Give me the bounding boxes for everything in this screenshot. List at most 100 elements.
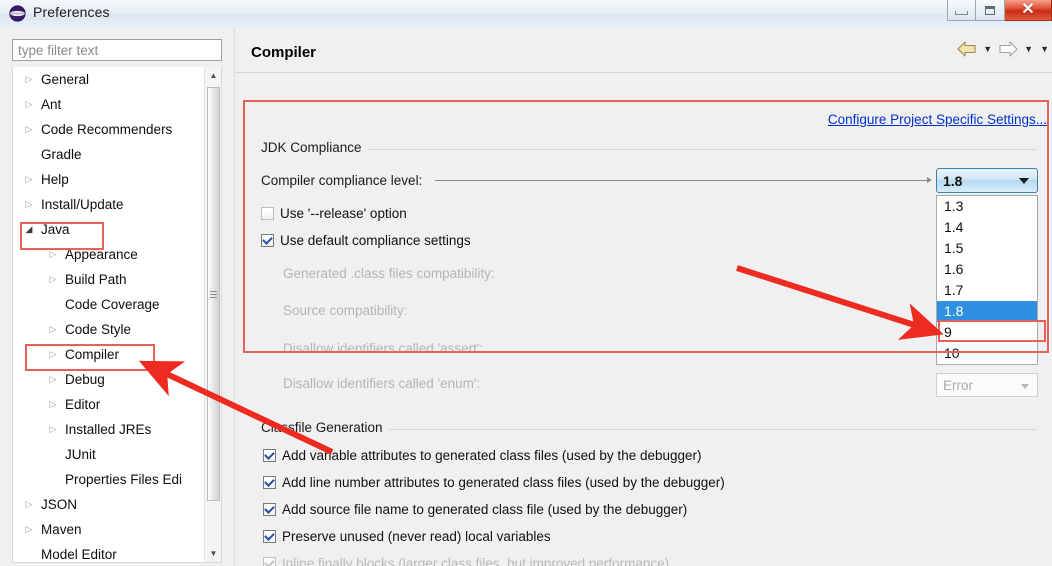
compliance-level-dropdown[interactable]: 1.3 1.4 1.5 1.6 1.7 1.8 9 10 [936, 195, 1038, 365]
chevron-right-icon[interactable]: ▷ [45, 267, 61, 292]
chevron-down-icon [1021, 384, 1029, 389]
sidebar-item-label: Code Recommenders [41, 122, 173, 137]
chevron-right-icon[interactable]: ▷ [45, 317, 61, 342]
chevron-right-icon[interactable]: ▷ [45, 367, 61, 392]
forward-arrow-icon[interactable] [997, 40, 1019, 58]
sidebar-item-editor[interactable]: ▷ Editor [13, 392, 205, 417]
add-line-number-attributes-checkbox[interactable] [263, 476, 276, 489]
back-arrow-icon[interactable] [956, 40, 978, 58]
preferences-dialog: Preferences ✕ type filter text ▷ General ▷… [0, 0, 1052, 566]
compliance-option-1-8[interactable]: 1.8 [937, 301, 1037, 322]
chevron-right-icon[interactable]: ▷ [45, 242, 61, 267]
chevron-right-icon[interactable]: ▷ [45, 392, 61, 417]
chevron-right-icon[interactable]: ▷ [21, 167, 37, 192]
sidebar-item-label: Help [41, 172, 69, 187]
forward-menu-chevron-down-icon[interactable]: ▼ [1022, 44, 1035, 54]
sidebar-item-junit[interactable]: JUnit [13, 442, 205, 467]
sidebar-item-label: JUnit [65, 447, 96, 462]
compliance-option-1-5[interactable]: 1.5 [937, 238, 1037, 259]
preserve-unused-locals-row[interactable]: Preserve unused (never read) local varia… [263, 529, 551, 544]
compliance-option-1-3[interactable]: 1.3 [937, 196, 1037, 217]
chevron-down-icon[interactable] [1019, 178, 1029, 184]
inline-finally-blocks-row: Inline finally blocks (larger class file… [263, 556, 669, 566]
minimize-button[interactable] [947, 0, 976, 21]
close-button[interactable]: ✕ [1005, 0, 1052, 21]
sidebar-item-label: Gradle [41, 147, 82, 162]
preferences-icon [9, 5, 26, 22]
add-source-file-name-checkbox[interactable] [263, 503, 276, 516]
add-source-file-name-label: Add source file name to generated class … [282, 502, 688, 517]
sidebar-item-maven[interactable]: ▷ Maven [13, 517, 205, 542]
header-divider [235, 72, 1052, 73]
chevron-right-icon[interactable]: ▷ [21, 117, 37, 142]
filter-input[interactable]: type filter text [12, 39, 222, 61]
sidebar-item-java[interactable]: ◢ Java [13, 217, 205, 242]
window-controls: ✕ [947, 0, 1052, 22]
sidebar-item-label: Installed JREs [65, 422, 152, 437]
chevron-right-icon[interactable]: ▷ [21, 92, 37, 117]
disallow-assert-label: Disallow identifiers called 'assert': [283, 341, 484, 356]
add-variable-attributes-checkbox[interactable] [263, 449, 276, 462]
chevron-right-icon[interactable]: ▷ [45, 342, 61, 367]
use-release-option-row[interactable]: Use '--release' option [261, 206, 407, 221]
add-source-file-name-row[interactable]: Add source file name to generated class … [263, 502, 687, 517]
sidebar-item-help[interactable]: ▷ Help [13, 167, 205, 192]
window-title: Preferences [33, 4, 110, 20]
use-release-option-checkbox[interactable] [261, 207, 274, 220]
sidebar-item-label: Java [41, 222, 70, 237]
compliance-leader-arrowhead-icon [927, 177, 932, 183]
sidebar-item-label: JSON [41, 497, 78, 512]
compliance-level-combo[interactable]: 1.8 [936, 168, 1038, 193]
configure-project-specific-settings-link[interactable]: Configure Project Specific Settings... [828, 112, 1047, 127]
sidebar-item-json[interactable]: ▷ JSON [13, 492, 205, 517]
add-line-number-attributes-row[interactable]: Add line number attributes to generated … [263, 475, 725, 490]
sidebar-item-code-coverage[interactable]: Code Coverage [13, 292, 205, 317]
sidebar-item-general[interactable]: ▷ General [13, 67, 205, 92]
use-default-compliance-row[interactable]: Use default compliance settings [261, 233, 471, 248]
scrollbar-thumb[interactable] [207, 87, 220, 501]
sidebar-item-label: Editor [65, 397, 101, 412]
preferences-content: Compiler ▼ ▼ ▼ Configure Project Specifi… [234, 28, 1052, 566]
maximize-button[interactable] [976, 0, 1005, 21]
preserve-unused-locals-checkbox[interactable] [263, 530, 276, 543]
sidebar-item-code-recommenders[interactable]: ▷ Code Recommenders [13, 117, 205, 142]
scroll-down-icon[interactable]: ▼ [205, 545, 221, 562]
compliance-option-10[interactable]: 10 [937, 343, 1037, 364]
compliance-option-9[interactable]: 9 [937, 322, 1037, 343]
tree-scrollbar[interactable]: ▲ ▼ [204, 67, 221, 562]
scroll-up-icon[interactable]: ▲ [205, 67, 221, 84]
sidebar-item-code-style[interactable]: ▷ Code Style [13, 317, 205, 342]
sidebar-item-ant[interactable]: ▷ Ant [13, 92, 205, 117]
more-chevron-down-icon[interactable]: ▼ [1038, 44, 1051, 54]
chevron-right-icon[interactable]: ▷ [21, 192, 37, 217]
dialog-body: type filter text ▷ General ▷ Ant ▷ Code Recom… [0, 28, 1052, 566]
compliance-option-1-6[interactable]: 1.6 [937, 259, 1037, 280]
sidebar-item-installed-jres[interactable]: ▷ Installed JREs [13, 417, 205, 442]
compiler-compliance-level-label: Compiler compliance level: [261, 173, 431, 188]
chevron-down-icon[interactable]: ◢ [21, 217, 37, 242]
use-default-compliance-checkbox[interactable] [261, 234, 274, 247]
page-nav-toolbar: ▼ ▼ ▼ [956, 40, 1051, 58]
sidebar-item-compiler[interactable]: ▷ Compiler [13, 342, 205, 367]
sidebar-item-build-path[interactable]: ▷ Build Path [13, 267, 205, 292]
sidebar-item-gradle[interactable]: Gradle [13, 142, 205, 167]
chevron-right-icon[interactable]: ▷ [21, 67, 37, 92]
source-compatibility-label: Source compatibility: [283, 303, 408, 318]
compliance-level-value: 1.8 [943, 172, 963, 189]
inline-finally-blocks-label: Inline finally blocks (larger class file… [282, 556, 670, 566]
chevron-right-icon[interactable]: ▷ [21, 492, 37, 517]
sidebar-item-debug[interactable]: ▷ Debug [13, 367, 205, 392]
add-line-number-attributes-label: Add line number attributes to generated … [282, 475, 725, 490]
sidebar-item-install-update[interactable]: ▷ Install/Update [13, 192, 205, 217]
sidebar-item-label: General [41, 72, 90, 87]
compliance-leader-line [435, 180, 927, 181]
chevron-right-icon[interactable]: ▷ [21, 517, 37, 542]
sidebar-item-appearance[interactable]: ▷ Appearance [13, 242, 205, 267]
chevron-right-icon[interactable]: ▷ [45, 417, 61, 442]
compliance-option-1-7[interactable]: 1.7 [937, 280, 1037, 301]
add-variable-attributes-row[interactable]: Add variable attributes to generated cla… [263, 448, 702, 463]
back-menu-chevron-down-icon[interactable]: ▼ [981, 44, 994, 54]
sidebar-item-model-editor[interactable]: Model Editor [13, 542, 205, 562]
compliance-option-1-4[interactable]: 1.4 [937, 217, 1037, 238]
sidebar-item-properties-files-edi[interactable]: Properties Files Edi [13, 467, 205, 492]
